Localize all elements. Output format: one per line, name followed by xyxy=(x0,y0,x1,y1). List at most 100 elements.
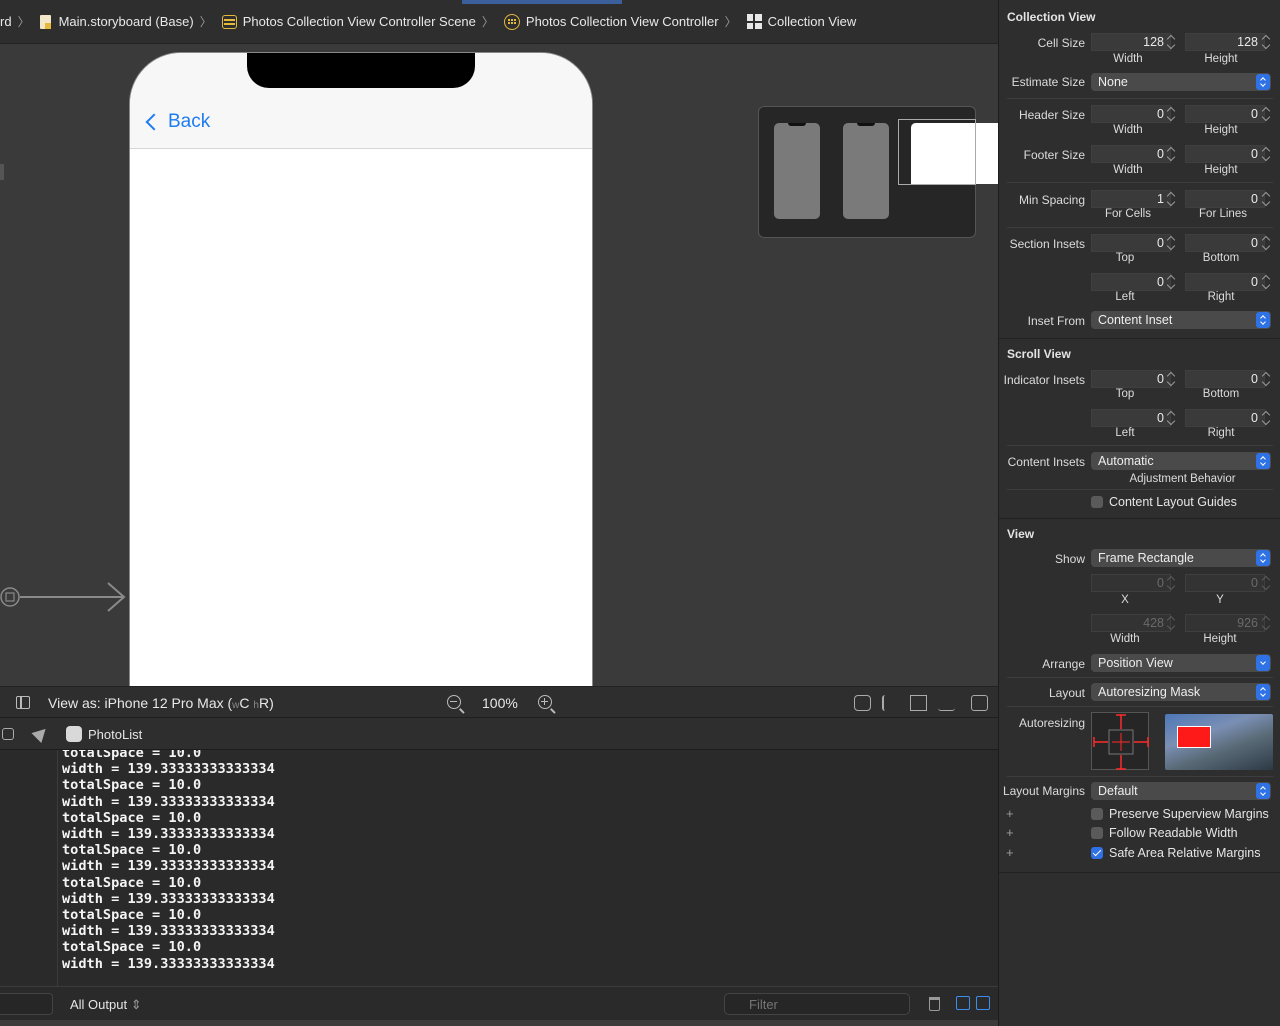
layout-select[interactable]: Autoresizing Mask xyxy=(1091,683,1271,701)
minimap-scene[interactable] xyxy=(774,123,820,219)
footer-width-field[interactable]: 0 xyxy=(1091,145,1171,163)
section-inset-left-field[interactable]: 0 xyxy=(1091,273,1171,291)
stepper-icon[interactable] xyxy=(1167,409,1176,427)
section-inset-right-field[interactable]: 0 xyxy=(1185,273,1265,291)
stepper-icon[interactable] xyxy=(1167,273,1176,291)
simulate-location-icon[interactable] xyxy=(31,723,51,744)
entry-point-arrow-icon[interactable] xyxy=(0,582,130,612)
console-line: totalSpace = 10.0 xyxy=(62,809,202,826)
arrange-select[interactable]: Position View xyxy=(1091,654,1271,672)
show-select[interactable]: Frame Rectangle xyxy=(1091,549,1271,567)
frame-width-field: 428 xyxy=(1091,614,1171,632)
layout-margins-select[interactable]: Default xyxy=(1091,782,1271,800)
iphone-scene-preview[interactable]: Back xyxy=(129,52,593,692)
stepper-icon[interactable] xyxy=(1262,234,1271,252)
console-line: width = 139.33333333333334 xyxy=(62,793,275,810)
breadcrumb: rd 〉 Main.storyboard (Base) 〉 Photos Col… xyxy=(0,0,998,44)
add-variation-icon[interactable]: + xyxy=(1006,845,1014,860)
back-button[interactable]: Back xyxy=(142,111,210,133)
breadcrumb-item-view-controller[interactable]: Photos Collection View Controller xyxy=(503,13,719,30)
stepper-icon[interactable] xyxy=(1262,273,1271,291)
document-outline-toggle-icon[interactable] xyxy=(16,696,30,709)
breadcrumb-item-storyboard-folder[interactable]: rd xyxy=(0,14,12,29)
follow-readable-width-checkbox[interactable] xyxy=(1091,827,1103,839)
app-target-name[interactable]: PhotoList xyxy=(88,727,142,742)
zoom-out-icon[interactable] xyxy=(447,695,461,709)
width-caption: Width xyxy=(1113,124,1143,136)
indicator-inset-left-field[interactable]: 0 xyxy=(1091,409,1171,427)
content-insets-select[interactable]: Automatic xyxy=(1091,452,1271,470)
console-line: totalSpace = 10.0 xyxy=(62,842,202,859)
stepper-icon[interactable] xyxy=(1167,370,1176,388)
header-width-field[interactable]: 0 xyxy=(1091,105,1171,123)
variables-filter[interactable] xyxy=(0,993,53,1015)
zoom-in-icon[interactable] xyxy=(538,695,552,709)
add-variation-icon[interactable]: + xyxy=(1006,806,1014,821)
add-variation-icon[interactable]: + xyxy=(1006,825,1014,840)
stepper-icon[interactable] xyxy=(1262,145,1271,163)
show-label: Show xyxy=(1054,552,1085,566)
inset-from-select[interactable]: Content Inset xyxy=(1091,311,1271,329)
min-spacing-lines-field[interactable]: 0 xyxy=(1185,190,1265,208)
safe-area-relative-margins-checkbox[interactable] xyxy=(1091,847,1103,859)
console-line: width = 139.33333333333334 xyxy=(62,890,275,907)
indicator-inset-top-field[interactable]: 0 xyxy=(1091,370,1171,388)
back-button-label: Back xyxy=(168,111,211,132)
adjustment-behavior-caption: Adjustment Behavior xyxy=(1129,473,1236,485)
stepper-icon[interactable] xyxy=(1167,190,1176,208)
indicator-inset-bottom-field[interactable]: 0 xyxy=(1185,370,1265,388)
minimap-viewport[interactable] xyxy=(898,119,976,185)
resolve-autolayout-icon[interactable] xyxy=(938,695,955,711)
align-icon[interactable] xyxy=(882,695,899,711)
breadcrumb-item-storyboard[interactable]: Main.storyboard (Base) xyxy=(39,14,194,29)
breadcrumb-item-collection-view[interactable]: Collection View xyxy=(746,14,856,29)
console-lines: totalSpace = 10.0 width = 139.33333333333… xyxy=(62,750,275,972)
update-frames-icon[interactable] xyxy=(854,695,871,711)
stepper-icon[interactable] xyxy=(1262,105,1271,123)
add-constraints-icon[interactable] xyxy=(910,695,927,711)
stepper-icon[interactable] xyxy=(1262,33,1271,51)
show-variables-view-icon[interactable] xyxy=(956,996,970,1010)
embed-in-icon[interactable] xyxy=(971,695,988,711)
cell-width-field[interactable]: 128 xyxy=(1091,33,1171,51)
scene-minimap[interactable] xyxy=(758,106,998,238)
console-line: width = 139.33333333333334 xyxy=(62,858,275,875)
stepper-icon[interactable] xyxy=(1262,370,1271,388)
debug-memory-graph-icon[interactable] xyxy=(2,728,14,740)
variables-view[interactable] xyxy=(0,750,58,986)
console-filter-input[interactable] xyxy=(724,993,910,1015)
indicator-inset-right-field[interactable]: 0 xyxy=(1185,409,1265,427)
device-configuration-button[interactable]: View as: iPhone 12 Pro Max (wC hR) xyxy=(48,695,274,711)
section-inset-top-field[interactable]: 0 xyxy=(1091,234,1171,252)
stepper-icon[interactable] xyxy=(1262,409,1271,427)
chevron-right-icon: 〉 xyxy=(199,15,212,29)
show-console-view-icon[interactable] xyxy=(976,996,990,1010)
stepper-icon[interactable] xyxy=(1167,234,1176,252)
section-title-collection-view: Collection View xyxy=(1007,10,1096,24)
stepper-icon[interactable] xyxy=(1167,105,1176,123)
estimate-size-select[interactable]: None xyxy=(1091,73,1271,91)
min-spacing-label: Min Spacing xyxy=(1018,193,1085,207)
stepper-icon[interactable] xyxy=(1167,33,1176,51)
chevron-right-icon: 〉 xyxy=(724,15,737,29)
minimap-scene[interactable] xyxy=(843,123,889,219)
preserve-superview-margins-checkbox[interactable] xyxy=(1091,808,1103,820)
breadcrumb-item-scene[interactable]: Photos Collection View Controller Scene xyxy=(221,14,476,29)
stepper-icon[interactable] xyxy=(1262,190,1271,208)
cell-height-field[interactable]: 128 xyxy=(1185,33,1265,51)
autoresizing-mask-editor[interactable] xyxy=(1091,712,1149,770)
height-caption: Height xyxy=(1204,164,1238,176)
section-inset-bottom-field[interactable]: 0 xyxy=(1185,234,1265,252)
header-height-field[interactable]: 0 xyxy=(1185,105,1265,123)
height-caption: Height xyxy=(1203,633,1237,645)
console-output[interactable]: totalSpace = 10.0 width = 139.33333333333… xyxy=(0,750,998,986)
footer-height-field[interactable]: 0 xyxy=(1185,145,1265,163)
autoresizing-struts-springs-icon[interactable] xyxy=(1092,713,1150,771)
content-layout-guides-checkbox[interactable] xyxy=(1091,496,1103,508)
output-selector[interactable]: All Output ⇕ xyxy=(70,997,142,1013)
zoom-level[interactable]: 100% xyxy=(482,695,518,711)
width-caption: Width xyxy=(1113,53,1143,65)
trash-icon[interactable] xyxy=(929,997,940,1011)
min-spacing-cells-field[interactable]: 1 xyxy=(1091,190,1171,208)
stepper-icon[interactable] xyxy=(1167,145,1176,163)
